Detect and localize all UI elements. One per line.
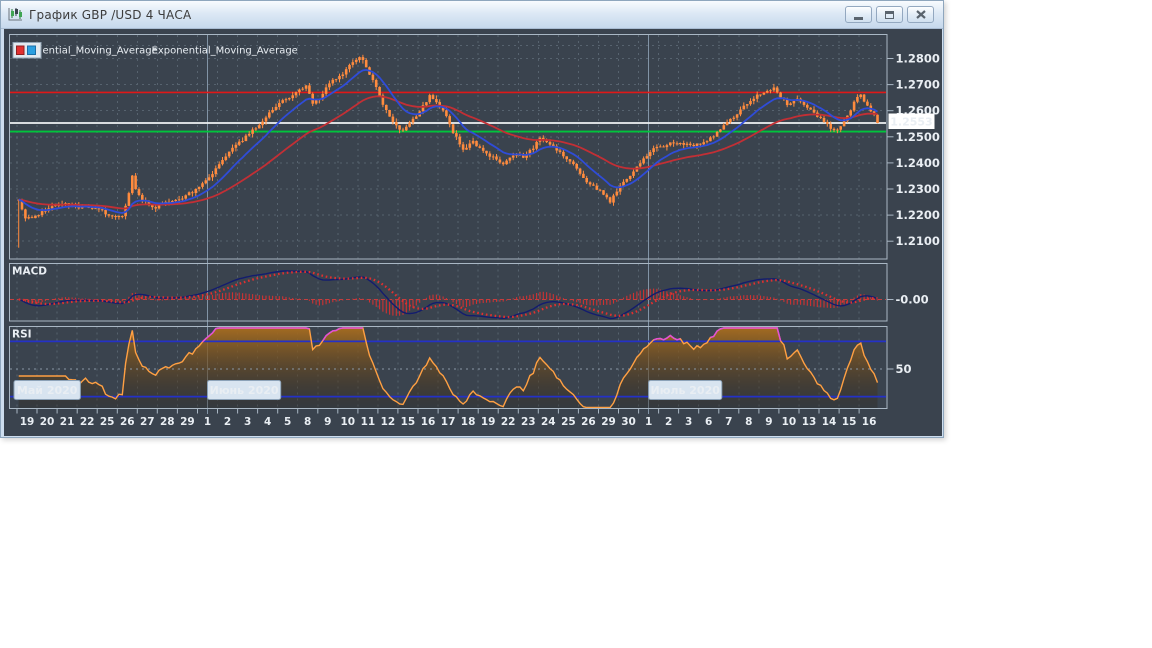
time-tick-label: 3: [685, 416, 692, 428]
chart-client-area: 1.2800 1.2700 1.2600 1.2500 1.2400 1.2300 1.22…: [4, 29, 942, 436]
legend-fast-ema-label: ential_Moving_Average: [43, 46, 158, 57]
time-tick-label: 18: [461, 416, 476, 428]
desktop-background: График GBP /USD 4 ЧАСА 1.2800 1.2700 1.260…: [0, 0, 1152, 648]
time-tick-label: 8: [304, 416, 311, 428]
legend-slow-ema-label: Exponential_Moving_Average: [152, 46, 298, 57]
minimize-icon: [854, 16, 863, 20]
month-label: Май 2020: [13, 380, 81, 400]
time-tick-label: 30: [621, 416, 636, 428]
price-axis: 1.28001.27001.26001.25001.24001.23001.22…: [887, 52, 940, 248]
price-panel-plot-area[interactable]: [10, 35, 888, 260]
price-tick-label: 1.2200: [896, 208, 940, 222]
svg-text:Июнь 2020: Июнь 2020: [210, 384, 279, 397]
time-tick-label: 13: [802, 416, 817, 428]
restore-icon: [885, 10, 894, 19]
time-tick-label: 27: [140, 416, 155, 428]
legend-red-swatch-icon: [16, 45, 25, 55]
price-tick-label: 1.2700: [896, 78, 940, 92]
chart-window: График GBP /USD 4 ЧАСА 1.2800 1.2700 1.260…: [0, 0, 944, 438]
svg-text:Май 2020: Май 2020: [17, 384, 78, 397]
time-tick-label: 15: [401, 416, 416, 428]
time-tick-label: 11: [361, 416, 376, 428]
time-tick-label: 16: [421, 416, 436, 428]
time-axis: 19 20 21 22 25 26 27 28 29 1 2 3 4 5 8 9 10 11 12 15 16 17 18 1…: [16, 408, 877, 428]
month-label: Июнь 2020: [207, 380, 282, 400]
price-tick-label: 1.2500: [896, 130, 940, 144]
restore-button[interactable]: [876, 6, 903, 23]
time-tick-label: 25: [100, 416, 115, 428]
time-tick-label: 26: [581, 416, 596, 428]
time-tick-label: 8: [745, 416, 752, 428]
time-tick-label: 2: [224, 416, 231, 428]
time-tick-label: 7: [725, 416, 732, 428]
time-tick-label: 1: [645, 416, 652, 428]
price-tick-label: 1.2400: [896, 156, 940, 170]
time-tick-label: 23: [521, 416, 536, 428]
macd-label: MACD: [12, 266, 47, 278]
legend-blue-swatch-icon: [27, 45, 36, 55]
time-tick-label: 26: [120, 416, 135, 428]
time-tick-label: 21: [60, 416, 75, 428]
time-tick-label: 25: [561, 416, 576, 428]
time-tick-label: 29: [180, 416, 195, 428]
close-icon: [915, 10, 926, 19]
macd-panel-plot-area[interactable]: [10, 264, 888, 322]
time-tick-label: 22: [80, 416, 95, 428]
time-tick-label: 4: [264, 416, 271, 428]
price-tick-label: 1.2100: [896, 234, 940, 248]
time-tick-label: 10: [782, 416, 797, 428]
rsi-axis-label: 50: [896, 362, 912, 376]
svg-text:1.2553: 1.2553: [890, 115, 932, 128]
month-label: Июль 2020: [648, 380, 723, 400]
window-controls: [845, 6, 938, 23]
close-button[interactable]: [907, 6, 934, 23]
time-tick-label: 6: [705, 416, 712, 428]
time-tick-label: 12: [381, 416, 396, 428]
time-tick-label: 22: [501, 416, 516, 428]
time-tick-label: 14: [822, 416, 837, 428]
time-tick-label: 10: [340, 416, 355, 428]
time-tick-label: 5: [284, 416, 291, 428]
time-tick-label: 19: [20, 416, 35, 428]
minimize-button[interactable]: [845, 6, 872, 23]
price-tick-label: 1.2300: [896, 182, 940, 196]
macd-axis-label: -0.00: [896, 293, 929, 307]
current-price-tag: 1.2553: [888, 113, 935, 129]
price-tick-label: 1.2800: [896, 52, 940, 66]
time-tick-label: 20: [40, 416, 55, 428]
chart-window-icon: [6, 7, 24, 23]
rsi-label: RSI: [12, 329, 32, 341]
time-tick-label: 29: [601, 416, 616, 428]
time-tick-label: 24: [541, 416, 556, 428]
svg-text:Июль 2020: Июль 2020: [651, 384, 721, 397]
rsi-panel-plot-area[interactable]: [10, 327, 888, 409]
time-tick-label: 9: [324, 416, 331, 428]
title-bar[interactable]: График GBP /USD 4 ЧАСА: [1, 1, 943, 29]
window-title: График GBP /USD 4 ЧАСА: [29, 7, 192, 22]
time-tick-label: 3: [244, 416, 251, 428]
time-tick-label: 19: [481, 416, 496, 428]
chart-canvas[interactable]: 1.28001.27001.26001.25001.24001.23001.22…: [4, 29, 942, 436]
time-tick-label: 1: [204, 416, 211, 428]
time-tick-label: 15: [842, 416, 857, 428]
time-tick-label: 17: [441, 416, 456, 428]
time-tick-label: 2: [665, 416, 672, 428]
time-tick-label: 16: [862, 416, 877, 428]
time-tick-label: 9: [765, 416, 772, 428]
ema-legend: ential_Moving_AverageExponential_Moving_…: [12, 42, 298, 59]
time-tick-label: 28: [160, 416, 175, 428]
